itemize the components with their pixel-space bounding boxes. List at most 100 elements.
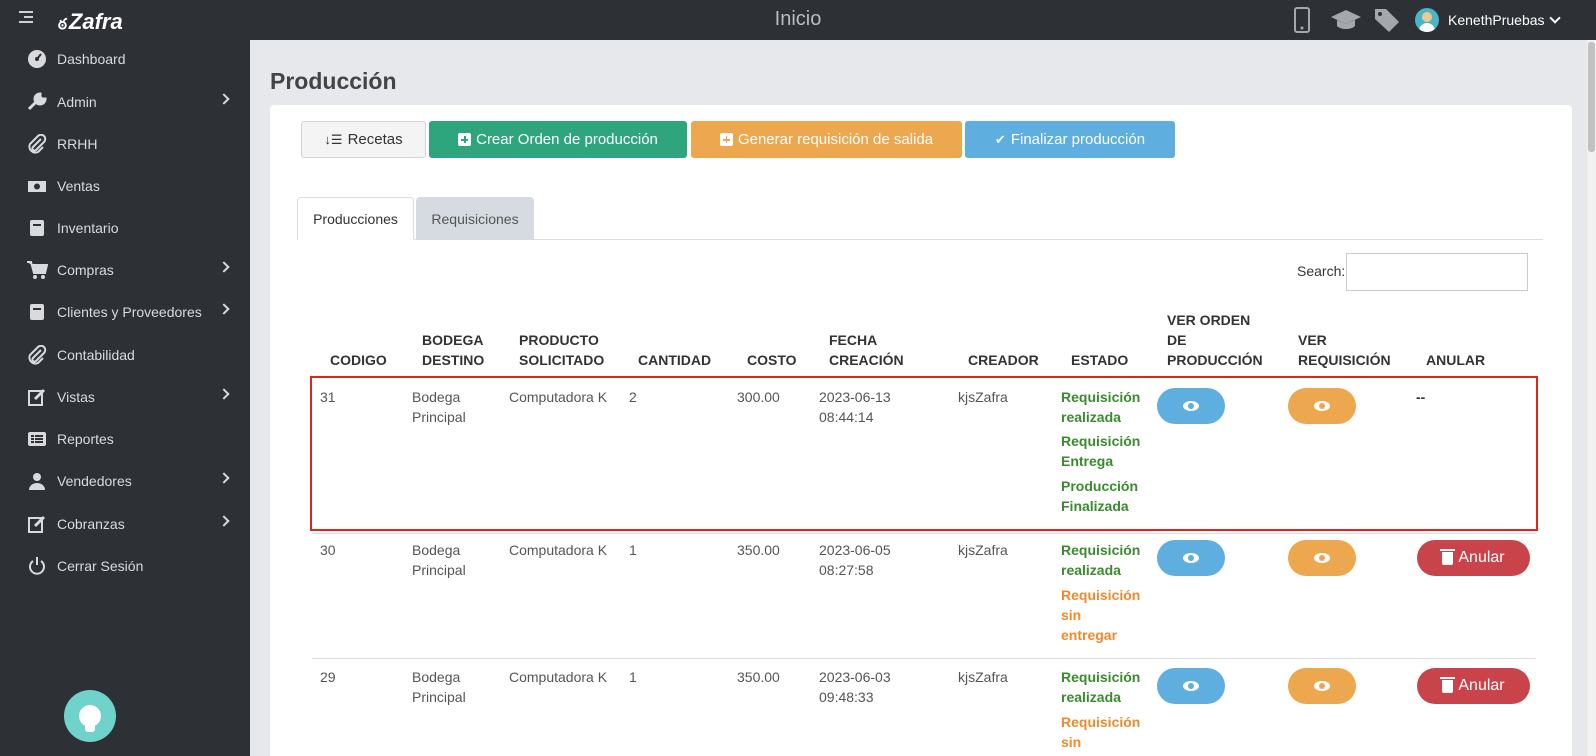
sidebar-item-label: Admin [57,94,97,110]
sidebar-item-label: Ventas [57,178,100,194]
chevron-right-icon [218,261,230,273]
cell-creador: kjsZafra [958,542,1008,558]
edit-icon [26,386,48,408]
trash-icon [1440,548,1456,565]
estado-status-line2: realizada [1061,562,1121,578]
anular-button[interactable]: Anular [1417,540,1530,576]
edit-icon [26,513,48,535]
anular-label: Anular [1458,677,1505,694]
power-icon [26,555,48,577]
header-codigo[interactable]: CODIGO [330,350,387,370]
header-anular[interactable]: ANULAR [1426,350,1485,370]
cell-producto: Computadora K [509,669,608,685]
page-scrollbar[interactable] [1587,40,1596,756]
header-ver-orden-line1[interactable]: VER ORDEN [1167,310,1250,330]
header-cantidad[interactable]: CANTIDAD [638,350,711,370]
row-divider [312,658,1536,659]
tab-requisiciones[interactable]: Requisiciones [416,197,534,240]
recetas-button[interactable]: ↓☰ Recetas [301,121,426,158]
cell-costo: 350.00 [737,669,780,685]
sidebar-item-label: Contabilidad [57,347,135,363]
header-fecha-line1[interactable]: FECHA [829,330,877,350]
mobile-icon[interactable] [1294,6,1310,34]
chevron-right-icon [218,515,230,527]
avatar [1415,8,1439,32]
header-bodega-line1[interactable]: BODEGA [422,330,483,350]
ver-requisicion-button[interactable] [1288,540,1356,576]
graduation-cap-icon[interactable] [1330,6,1362,34]
money-icon [26,175,48,197]
header-bodega-line2[interactable]: DESTINO [422,350,484,370]
book-icon [26,217,48,239]
estado-status-line1: Requisición [1061,587,1141,603]
dashboard-icon [26,48,48,70]
tags-icon[interactable] [1373,6,1403,34]
recetas-label: Recetas [347,131,403,148]
cell-fecha-line1: 2023-06-03 [819,669,891,685]
book-icon [26,301,48,323]
sidebar-item-cerrar-sesion[interactable]: Cerrar Sesión [0,548,250,584]
header-ver-requisicion-line2[interactable]: REQUISICIÓN [1298,350,1391,370]
ver-orden-button[interactable] [1157,668,1225,704]
sidebar-item-label: Cobranzas [57,516,125,532]
sidebar-item-compras[interactable]: Compras [0,252,250,288]
app-logo[interactable]: ఠZafra [58,9,123,37]
header-producto-line1[interactable]: PRODUCTO [519,330,599,350]
sidebar-item-inventario[interactable]: Inventario [0,210,250,246]
header-estado[interactable]: ESTADO [1071,350,1128,370]
menu-toggle-icon[interactable] [19,11,33,25]
scrollbar-thumb[interactable] [1588,42,1595,152]
header-creador[interactable]: CREADOR [968,350,1039,370]
ver-requisicion-button[interactable] [1288,668,1356,704]
sidebar-item-label: Vistas [57,389,95,405]
lightbulb-icon [79,705,101,732]
sidebar-item-admin[interactable]: Admin [0,84,250,120]
wrench-icon [26,91,48,113]
sidebar-item-reportes[interactable]: Reportes [0,421,250,457]
sidebar: Dashboard Admin RRHH Ventas Inventario C… [0,40,250,756]
sidebar-item-label: RRHH [57,136,98,152]
estado-status-line1: Requisición [1061,669,1141,685]
anular-button[interactable]: Anular [1417,668,1530,704]
plus-square-icon [719,133,733,146]
estado-status-line1: Requisición [1061,542,1141,558]
chevron-down-icon [1548,12,1561,24]
header-costo[interactable]: COSTO [747,350,797,370]
cell-fecha-line1: 2023-06-05 [819,542,891,558]
sidebar-item-label: Vendedores [57,473,132,489]
header-ver-orden-line2[interactable]: DE [1167,330,1186,350]
header-producto-line2[interactable]: SOLICITADO [519,350,604,370]
header-fecha-line2[interactable]: CREACIÓN [829,350,904,370]
sidebar-item-ventas[interactable]: Ventas [0,168,250,204]
sort-amount-icon: ↓☰ [324,131,343,147]
finalizar-produccion-button[interactable]: ✔ Finalizar producción [965,121,1175,158]
sidebar-item-clientes-proveedores[interactable]: Clientes y Proveedores [0,294,250,330]
paperclip-icon [26,133,48,155]
ver-orden-button[interactable] [1157,540,1225,576]
sidebar-item-label: Dashboard [57,51,126,67]
generar-requisicion-button[interactable]: Generar requisición de salida [691,121,962,158]
chevron-right-icon [218,303,230,315]
sidebar-item-vistas[interactable]: Vistas [0,379,250,415]
paperclip-icon [26,344,48,366]
help-bulb-button[interactable] [64,690,116,742]
header-ver-orden-line3[interactable]: PRODUCCIÓN [1167,350,1263,370]
sidebar-item-vendedores[interactable]: Vendedores [0,463,250,499]
estado-status-line1: Requisición [1061,714,1141,730]
cell-bodega-line1: Bodega [412,542,461,558]
sidebar-item-contabilidad[interactable]: Contabilidad [0,337,250,373]
highlight-box [310,376,1538,531]
page-title: Producción [270,68,397,94]
sidebar-item-dashboard[interactable]: Dashboard [0,41,250,77]
sidebar-item-rrhh[interactable]: RRHH [0,126,250,162]
crear-orden-button[interactable]: Crear Orden de producción [429,121,687,158]
estado-status-line3: entregar [1061,627,1118,643]
tab-producciones[interactable]: Producciones [297,197,414,240]
cell-bodega-line2: Principal [412,562,466,578]
search-input[interactable] [1346,253,1528,291]
finalizar-label: Finalizar producción [1010,131,1146,148]
user-menu[interactable]: KenethPruebas [1415,8,1561,32]
header-ver-requisicion-line1[interactable]: VER [1298,330,1327,350]
chevron-right-icon [218,472,230,484]
sidebar-item-cobranzas[interactable]: Cobranzas [0,506,250,542]
